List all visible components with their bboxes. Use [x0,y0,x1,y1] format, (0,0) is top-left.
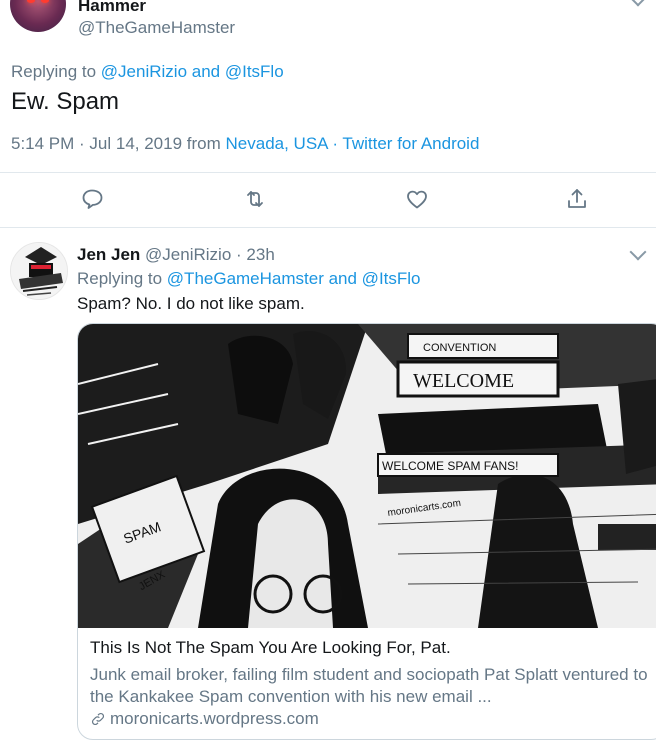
header-dot: · [236,245,242,264]
divider [0,227,656,228]
tweet-meta: 5:14 PM · Jul 14, 2019 from Nevada, USA … [11,134,479,154]
replying-users-link[interactable]: @JeniRizio and @ItsFlo [101,62,284,81]
eye-glow-icon [41,0,49,3]
chevron-down-icon[interactable] [629,243,647,261]
reply-icon [82,189,103,209]
avatar[interactable] [10,0,66,32]
tweet-header: Jen Jen @JeniRizio · 23h [77,245,275,265]
share-button[interactable] [562,184,592,214]
avatar-drawing-icon [11,243,67,299]
link-card[interactable]: CONVENTION WELCOME WELCOME SPAM FANS! mo… [77,323,656,740]
avatar[interactable] [10,242,68,300]
location-link[interactable]: Nevada, USA [226,134,328,153]
card-url-text: moronicarts.wordpress.com [110,709,319,728]
replying-to: Replying to @TheGameHamster and @ItsFlo [77,269,421,289]
display-name[interactable]: Jen Jen [77,245,140,264]
divider [0,172,656,173]
sign-welcome-spam: WELCOME SPAM FANS! [382,459,518,473]
eye-glow-icon [27,0,35,3]
card-image[interactable]: CONVENTION WELCOME WELCOME SPAM FANS! mo… [78,324,656,628]
replying-users-link[interactable]: @TheGameHamster and @ItsFlo [167,269,421,288]
replying-prefix: Replying to [11,62,97,81]
sign-welcome: WELCOME [413,370,514,392]
like-button[interactable] [402,184,432,214]
tweet-timestamp[interactable]: 5:14 PM · Jul 14, 2019 from [11,134,221,153]
chevron-down-icon[interactable] [629,0,647,7]
meta-separator: · [332,134,338,153]
card-description: Junk email broker, failing film student … [90,665,648,706]
spam-convention-drawing: CONVENTION WELCOME WELCOME SPAM FANS! mo… [78,324,656,628]
retweet-button[interactable] [240,184,270,214]
tweet-age[interactable]: 23h [246,245,274,264]
replying-prefix: Replying to [77,269,163,288]
reply-button[interactable] [77,184,107,214]
source-link[interactable]: Twitter for Android [342,134,479,153]
user-handle[interactable]: @JeniRizio [145,245,231,264]
replying-to: Replying to @JeniRizio and @ItsFlo [11,62,284,82]
link-icon [91,712,105,726]
user-handle[interactable]: @TheGameHamster [78,18,235,38]
share-icon [568,189,586,208]
like-icon [407,190,427,209]
tweet-text: Spam? No. I do not like spam. [77,294,305,313]
display-name[interactable]: Hammer [78,0,146,16]
card-title[interactable]: This Is Not The Spam You Are Looking For… [90,638,451,658]
sign-convention: CONVENTION [423,342,496,354]
card-url[interactable]: moronicarts.wordpress.com [90,709,319,729]
retweet-icon [247,191,263,207]
tweet-text: Ew. Spam [11,88,120,115]
